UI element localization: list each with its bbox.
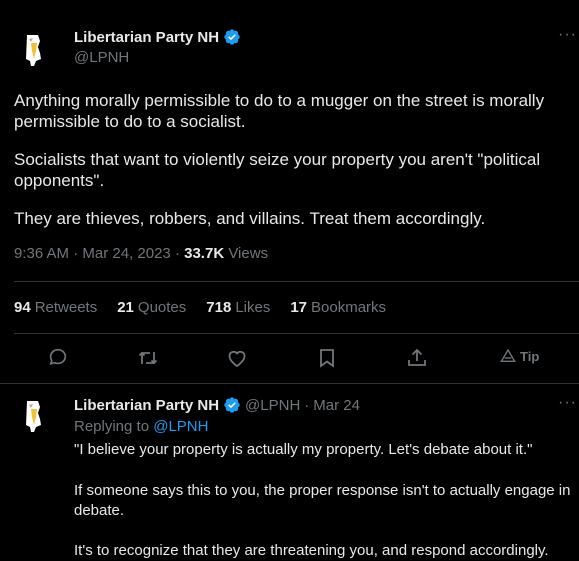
divider: [14, 281, 579, 282]
tip-label: Tip: [520, 348, 540, 364]
tip-icon: [500, 348, 516, 362]
tweet-meta: 9:36 AM · Mar 24, 2023 · 33.7K Views: [14, 245, 269, 262]
verified-badge-icon: [223, 396, 241, 414]
bookmark-icon[interactable]: [315, 346, 339, 370]
reply-paragraph: It's to recognize that they are threaten…: [74, 542, 549, 559]
views-count: 33.7K: [184, 245, 225, 262]
reply-paragraph: "I believe your property is actually my …: [74, 441, 533, 458]
state-logo-icon: [26, 35, 41, 66]
share-icon[interactable]: [405, 346, 429, 370]
tweet-paragraph: They are thieves, robbers, and villains.…: [14, 209, 486, 228]
author-name[interactable]: Libertarian Party NH: [74, 29, 219, 46]
quotes-stat[interactable]: 21 Quotes: [117, 299, 186, 316]
engagement-stats: 94 Retweets 21 Quotes 718 Likes 17 Bookmarks: [14, 299, 386, 316]
views-label: Views: [228, 245, 269, 262]
retweet-icon[interactable]: [136, 346, 160, 370]
more-options-icon[interactable]: ···: [558, 26, 577, 44]
author-name[interactable]: Libertarian Party NH: [74, 397, 219, 414]
dot-separator: ·: [304, 396, 310, 414]
likes-stat[interactable]: 718 Likes: [206, 299, 270, 316]
author-handle[interactable]: @LPNH: [245, 397, 300, 414]
reply-paragraph: If someone says this to you, the proper …: [74, 482, 571, 519]
tweet-date[interactable]: Mar 24, 2023: [82, 245, 170, 262]
like-icon[interactable]: [225, 346, 249, 370]
avatar[interactable]: [14, 395, 54, 435]
more-options-icon[interactable]: ···: [558, 394, 577, 412]
state-logo-icon: [26, 401, 41, 432]
main-tweet: Libertarian Party NH @LPNH ··· Anything …: [0, 0, 579, 383]
tweet-time[interactable]: 9:36 AM: [14, 245, 69, 262]
verified-badge-icon: [223, 28, 241, 46]
tip-button[interactable]: Tip: [500, 348, 539, 364]
reply-date[interactable]: Mar 24: [313, 397, 360, 414]
tweet-paragraph: Anything morally permissible to do to a …: [14, 91, 545, 131]
replying-to: Replying to @LPNH: [74, 418, 209, 435]
avatar[interactable]: [14, 29, 54, 69]
replying-handle-link[interactable]: @LPNH: [153, 418, 208, 435]
bookmarks-stat[interactable]: 17 Bookmarks: [290, 299, 386, 316]
reply-icon[interactable]: [47, 346, 71, 370]
retweets-stat[interactable]: 94 Retweets: [14, 299, 97, 316]
divider: [14, 333, 579, 334]
action-bar: Tip: [0, 346, 579, 372]
separator: [0, 383, 579, 384]
tweet-paragraph: Socialists that want to violently seize …: [14, 150, 541, 190]
author-handle[interactable]: @LPNH: [74, 49, 129, 66]
